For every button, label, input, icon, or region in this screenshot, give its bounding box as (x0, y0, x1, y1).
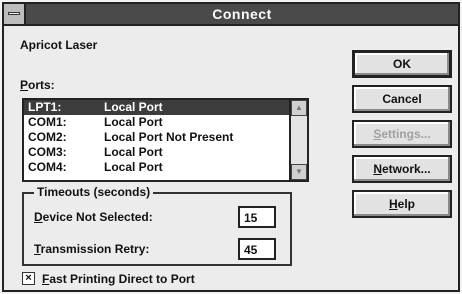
transmission-retry-field[interactable]: 45 (238, 238, 276, 260)
timeouts-group-title: Timeouts (seconds) (34, 185, 154, 199)
fast-printing-checkbox[interactable]: × (22, 272, 35, 285)
transmission-retry-label: Transmission Retry: (34, 242, 150, 256)
printer-name: Apricot Laser (20, 38, 98, 52)
list-item[interactable]: COM3: Local Port (24, 145, 289, 160)
title-bar[interactable]: Connect (4, 4, 458, 26)
settings-button[interactable]: Settings... (352, 120, 452, 148)
ports-scrollbar[interactable]: ▲ ▼ (289, 100, 307, 180)
system-menu-icon (8, 12, 20, 15)
list-item[interactable]: LPT1: Local Port (24, 100, 289, 115)
list-item[interactable]: COM1: Local Port (24, 115, 289, 130)
ok-button[interactable]: OK (352, 50, 452, 78)
device-not-selected-field[interactable]: 15 (238, 206, 276, 228)
connect-dialog: Connect Apricot Laser Ports: LPT1: Local… (2, 2, 460, 292)
cancel-button[interactable]: Cancel (352, 85, 452, 113)
help-button[interactable]: Help (352, 190, 452, 218)
network-button[interactable]: Network... (352, 155, 452, 183)
scroll-up-icon[interactable]: ▲ (291, 100, 307, 116)
window-title: Connect (212, 6, 272, 22)
list-item[interactable]: COM4: Local Port (24, 160, 289, 175)
scroll-down-icon[interactable]: ▼ (291, 164, 307, 180)
ports-listbox[interactable]: LPT1: Local Port COM1: Local Port COM2: … (22, 98, 309, 182)
timeouts-group: Timeouts (seconds) Device Not Selected: … (22, 185, 292, 266)
list-item[interactable]: COM2: Local Port Not Present (24, 130, 289, 145)
fast-printing-label: Fast Printing Direct to Port (42, 272, 195, 286)
ports-label: Ports: (20, 78, 55, 92)
system-menu-button[interactable] (4, 4, 26, 24)
device-not-selected-label: Device Not Selected: (34, 210, 153, 224)
